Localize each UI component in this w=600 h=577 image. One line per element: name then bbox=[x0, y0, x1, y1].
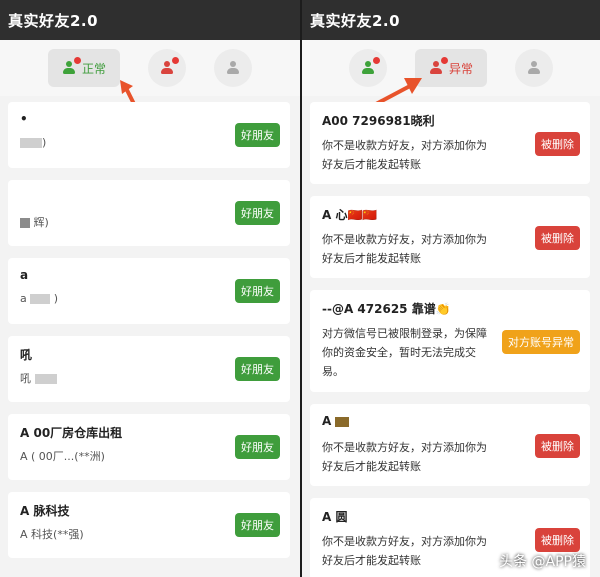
user-icon bbox=[62, 57, 81, 75]
good-friend-button[interactable]: 好朋友 bbox=[235, 357, 280, 381]
friend-name: A 心🇨🇳🇨🇳 bbox=[322, 208, 378, 222]
tab-bar: 正常 bbox=[0, 40, 300, 118]
app-title: 真实好友2.0 bbox=[310, 11, 401, 30]
account-abnormal-button[interactable]: 对方账号异常 bbox=[502, 330, 580, 354]
friend-list: • ) 好朋友 辉) 好朋友 a a ) 好朋友 吼 吼 好朋友 A 00厂房仓… bbox=[0, 96, 300, 558]
friend-name: A bbox=[322, 414, 580, 432]
good-friend-button[interactable]: 好朋友 bbox=[235, 123, 280, 147]
deleted-button[interactable]: 被删除 bbox=[535, 434, 580, 458]
list-item[interactable]: --@A 472625 靠谱👏 对方微信号已被限制登录，为保障你的资金安全，暂时… bbox=[310, 290, 590, 392]
user-icon bbox=[429, 57, 448, 75]
friend-name: --@A 472625 靠谱👏 bbox=[322, 302, 451, 316]
tab-other[interactable] bbox=[214, 49, 252, 87]
watermark: 头条 @APP猿 bbox=[499, 554, 586, 570]
title-bar: 真实好友2.0 bbox=[302, 0, 600, 40]
list-item[interactable]: 辉) 好朋友 bbox=[8, 180, 290, 246]
list-item[interactable]: 吼 吼 好朋友 bbox=[8, 336, 290, 402]
tab-other[interactable] bbox=[515, 49, 553, 87]
list-item[interactable]: • ) 好朋友 bbox=[8, 102, 290, 168]
good-friend-button[interactable]: 好朋友 bbox=[235, 435, 280, 459]
tab-abnormal[interactable] bbox=[148, 49, 186, 87]
list-item[interactable]: A 心🇨🇳🇨🇳 你不是收款方好友，对方添加你为好友后才能发起转账 被删除 bbox=[310, 196, 590, 278]
deleted-button[interactable]: 被删除 bbox=[535, 226, 580, 250]
tab-abnormal-label: 异常 bbox=[448, 61, 473, 76]
title-bar: 真实好友2.0 bbox=[0, 0, 300, 40]
list-item[interactable]: a a ) 好朋友 bbox=[8, 258, 290, 324]
left-panel: 真实好友2.0 正常 • ) 好朋友 辉) 好朋友 a a) 好朋友 吼 吼 … bbox=[0, 0, 300, 577]
tab-normal-label: 正常 bbox=[81, 61, 106, 76]
good-friend-button[interactable]: 好朋友 bbox=[235, 201, 280, 225]
friend-name: A 圆 bbox=[322, 510, 348, 524]
good-friend-button[interactable]: 好朋友 bbox=[235, 279, 280, 303]
list-item[interactable]: A 00厂房仓库出租 A ( 00厂...(**洲) 好朋友 bbox=[8, 414, 290, 480]
friend-name: A00 7296981晓利 bbox=[322, 114, 435, 128]
app-title: 真实好友2.0 bbox=[8, 11, 99, 30]
user-icon bbox=[226, 61, 240, 75]
tab-bar: 异常 bbox=[302, 40, 600, 106]
tab-abnormal[interactable]: 异常 bbox=[415, 49, 487, 87]
user-icon bbox=[527, 61, 541, 75]
user-icon bbox=[361, 57, 380, 75]
list-item[interactable]: A 脉科技 A 科技(**强) 好朋友 bbox=[8, 492, 290, 558]
list-item[interactable]: A 你不是收款方好友，对方添加你为好友后才能发起转账 被删除 bbox=[310, 404, 590, 486]
right-panel: 真实好友2.0 异常 A00 7296981晓利 你不是收款方好友，对方添加你为… bbox=[300, 0, 600, 577]
screenshot: 真实好友2.0 正常 • ) 好朋友 辉) 好朋友 a a) 好朋友 吼 吼 … bbox=[0, 0, 600, 577]
deleted-button[interactable]: 被删除 bbox=[535, 528, 580, 552]
good-friend-button[interactable]: 好朋友 bbox=[235, 513, 280, 537]
list-item[interactable]: A00 7296981晓利 你不是收款方好友，对方添加你为好友后才能发起转账 被… bbox=[310, 102, 590, 184]
deleted-button[interactable]: 被删除 bbox=[535, 132, 580, 156]
friend-list: A00 7296981晓利 你不是收款方好友，对方添加你为好友后才能发起转账 被… bbox=[302, 96, 600, 577]
user-icon bbox=[160, 57, 179, 75]
tab-normal[interactable]: 正常 bbox=[48, 49, 120, 87]
